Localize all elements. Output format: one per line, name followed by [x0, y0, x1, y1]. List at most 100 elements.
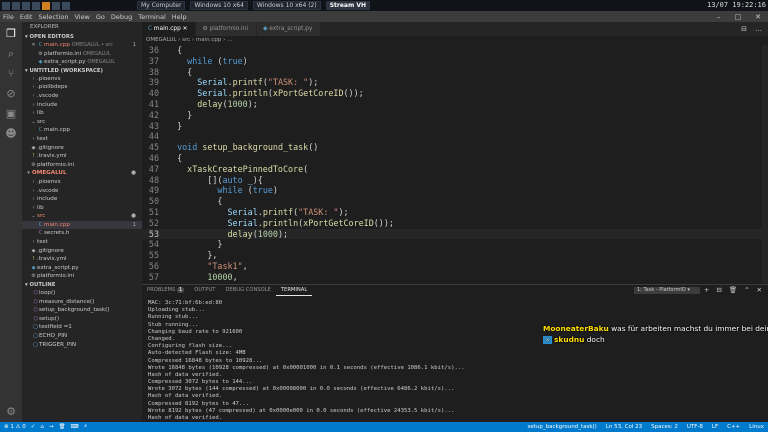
- menu-help[interactable]: Help: [169, 13, 190, 21]
- code-line[interactable]: 39 Serial.printf("TASK: ");: [142, 77, 762, 88]
- split-editor-icon[interactable]: ⊟: [741, 22, 747, 36]
- os-window-my-computer[interactable]: My Computer: [137, 1, 186, 10]
- os-menu-icon[interactable]: [2, 1, 10, 10]
- tab-main-cpp[interactable]: C main.cpp ✕: [142, 22, 197, 36]
- code-line[interactable]: 37 while (true): [142, 56, 762, 67]
- code-line[interactable]: 51 Serial.printf("TASK: ");: [142, 207, 762, 218]
- tab-problems[interactable]: PROBLEMS 1: [142, 285, 189, 296]
- settings-gear-icon[interactable]: ⚙: [5, 406, 17, 418]
- tab-output[interactable]: OUTPUT: [189, 285, 220, 296]
- code-line[interactable]: 43 }: [142, 121, 762, 132]
- home-icon[interactable]: ⌂: [40, 424, 44, 430]
- tree-folder[interactable]: › .vscode: [22, 187, 142, 196]
- close-tab-icon[interactable]: ✕: [183, 26, 188, 32]
- tab-extra-script[interactable]: ◆ extra_script.py: [256, 22, 322, 36]
- clean-icon[interactable]: 🗑: [59, 424, 66, 430]
- tree-folder[interactable]: › include: [22, 195, 142, 204]
- open-editor-extra-script[interactable]: ◆ extra_script.py OMEGALUL: [22, 58, 142, 67]
- code-line[interactable]: 45 void setup_background_task(): [142, 142, 762, 153]
- menu-file[interactable]: File: [0, 13, 17, 21]
- tree-folder-src[interactable]: ⌄src ●: [22, 212, 142, 221]
- open-editor-main-cpp[interactable]: ✕ Cmain.cpp OMEGALUL • src 1: [22, 41, 142, 50]
- vscode-app-icon[interactable]: [52, 1, 60, 10]
- code-line[interactable]: 44: [142, 131, 762, 142]
- status-platform[interactable]: Linux: [749, 422, 764, 432]
- outline-item[interactable]: ⬡measure_distance(): [22, 298, 142, 307]
- tree-file[interactable]: ! .travis.yml: [22, 255, 142, 264]
- problems-status[interactable]: ⊗ 1 ⚠ 0: [4, 424, 26, 430]
- project-section[interactable]: ▾ OMEGALUL ●: [22, 169, 142, 178]
- status-language[interactable]: C++: [727, 422, 740, 432]
- code-line[interactable]: 52 Serial.println(xPortGetCoreID());: [142, 218, 762, 229]
- os-window-stream[interactable]: Stream VH: [325, 1, 370, 10]
- tree-file[interactable]: ◆ extra_script.py: [22, 264, 142, 273]
- outline-item[interactable]: ▢ECHO_PIN: [22, 332, 142, 341]
- app-icon[interactable]: [62, 1, 70, 10]
- tree-file[interactable]: ⚙platformio.ini: [22, 272, 142, 281]
- code-line[interactable]: 55 },: [142, 250, 762, 261]
- code-line[interactable]: 54 }: [142, 239, 762, 250]
- build-icon[interactable]: ✓: [31, 424, 36, 430]
- more-actions-icon[interactable]: …: [755, 22, 762, 36]
- terminal-app-icon[interactable]: [12, 1, 20, 10]
- upload-icon[interactable]: →: [49, 424, 54, 430]
- maximize-icon[interactable]: □: [732, 13, 745, 21]
- close-panel-icon[interactable]: ✕: [757, 285, 762, 296]
- source-control-icon[interactable]: ⑂: [5, 68, 17, 80]
- tree-file[interactable]: Cmain.cpp: [22, 126, 142, 135]
- new-terminal-icon[interactable]: +: [704, 285, 709, 296]
- os-window-windows10-2[interactable]: Windows 10 x64 (2): [252, 1, 321, 10]
- close-icon[interactable]: ✕: [752, 13, 764, 21]
- tree-folder[interactable]: › lib: [22, 204, 142, 213]
- outline-item[interactable]: ⬡setup(): [22, 315, 142, 324]
- code-line[interactable]: 36 {: [142, 45, 762, 56]
- status-eol[interactable]: LF: [712, 422, 718, 432]
- tree-folder[interactable]: › test: [22, 135, 142, 144]
- explorer-icon[interactable]: ❐: [5, 28, 17, 40]
- outline-item[interactable]: ▢TRIGGER_PIN: [22, 341, 142, 350]
- serial-monitor-icon[interactable]: ⌨: [71, 424, 79, 430]
- kill-terminal-icon[interactable]: 🗑: [729, 285, 737, 296]
- editor-scrollbar[interactable]: [762, 45, 768, 283]
- menu-view[interactable]: View: [71, 13, 92, 21]
- code-line[interactable]: 40 Serial.println(xPortGetCoreID());: [142, 88, 762, 99]
- tree-folder[interactable]: ⌄src: [22, 118, 142, 127]
- tree-folder[interactable]: › .pioenvs: [22, 75, 142, 84]
- status-cursor-position[interactable]: Ln 53, Col 23: [606, 422, 642, 432]
- code-line[interactable]: 41 delay(1000);: [142, 99, 762, 110]
- split-terminal-icon[interactable]: ⊟: [716, 285, 721, 296]
- debug-icon[interactable]: ⊘: [5, 88, 17, 100]
- outline-section[interactable]: ▾ OUTLINE: [22, 281, 142, 289]
- status-indentation[interactable]: Spaces: 2: [651, 422, 678, 432]
- task-icon[interactable]: ⚡: [83, 424, 87, 430]
- code-line[interactable]: 42 }: [142, 110, 762, 121]
- code-line[interactable]: 38 {: [142, 67, 762, 78]
- os-window-windows10[interactable]: Windows 10 x64: [190, 1, 248, 10]
- tree-file[interactable]: ! .travis.yml: [22, 152, 142, 161]
- tree-folder[interactable]: › .vscode: [22, 92, 142, 101]
- tree-file[interactable]: ◆ .gitignore: [22, 247, 142, 256]
- search-icon[interactable]: ⌕: [5, 48, 17, 60]
- terminal-select[interactable]: 1: Task - PlatformIO ▾: [634, 287, 700, 294]
- tab-platformio-ini[interactable]: ⚙ platformio.ini: [196, 22, 257, 36]
- vlc-app-icon[interactable]: [42, 1, 50, 10]
- menu-selection[interactable]: Selection: [35, 13, 71, 21]
- outline-item[interactable]: ▢testfield =1: [22, 323, 142, 332]
- workspace-section[interactable]: ▾ UNTITLED (WORKSPACE): [22, 67, 142, 75]
- tree-file[interactable]: ◆ .gitignore: [22, 144, 142, 153]
- status-current-symbol[interactable]: setup_background_task(): [528, 422, 597, 432]
- tree-folder[interactable]: › lib: [22, 109, 142, 118]
- menu-go[interactable]: Go: [93, 13, 108, 21]
- tree-folder[interactable]: › include: [22, 101, 142, 110]
- open-editors-section[interactable]: ▾ OPEN EDITORS: [22, 33, 142, 41]
- maximize-panel-icon[interactable]: ⌃: [744, 285, 749, 296]
- minimize-icon[interactable]: –: [714, 13, 724, 21]
- code-line[interactable]: 53 delay(1000);: [142, 228, 762, 240]
- tree-folder[interactable]: › test: [22, 238, 142, 247]
- tree-file[interactable]: Csecrets.h: [22, 229, 142, 238]
- code-line[interactable]: 57 10000,: [142, 272, 762, 283]
- outline-item[interactable]: ⬡setup_background_task(): [22, 306, 142, 315]
- menu-debug[interactable]: Debug: [108, 13, 135, 21]
- code-editor[interactable]: 36 {37 while (true) 38 {39 Serial.printf(…: [142, 45, 762, 283]
- tree-folder[interactable]: › .pioenvs: [22, 178, 142, 187]
